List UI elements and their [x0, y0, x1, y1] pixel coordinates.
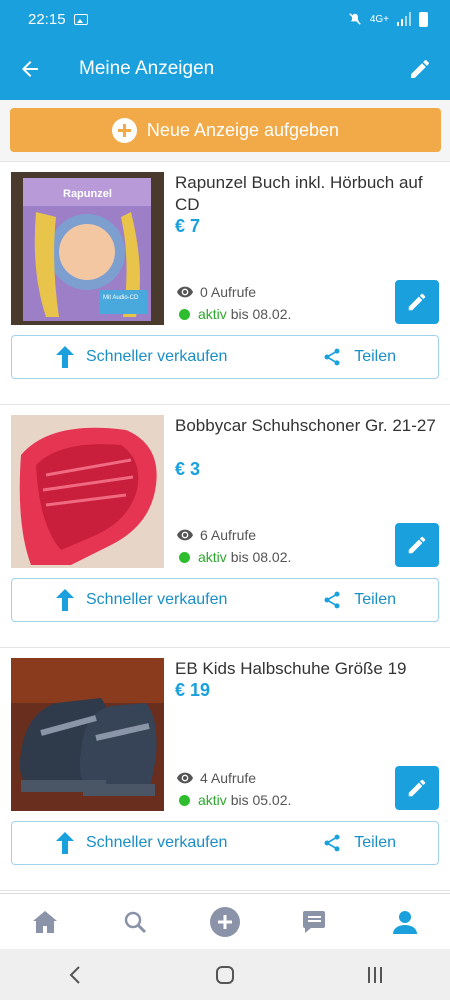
recents-icon [368, 966, 382, 983]
listing-status: aktiv bis 08.02. [179, 549, 291, 565]
listing-price: € 3 [175, 459, 201, 479]
listing-title[interactable]: EB Kids Halbschuhe Größe 19 [175, 658, 437, 680]
views-count: 6 Aufrufe [200, 527, 257, 543]
share-icon [324, 834, 340, 852]
back-button[interactable] [0, 38, 60, 100]
listing-status: aktiv bis 05.02. [179, 792, 291, 808]
active-dot-icon [179, 551, 190, 563]
listing-actions: Schneller verkaufen Teilen [11, 578, 439, 622]
listing-title[interactable]: Bobbycar Schuhschoner Gr. 21-27 [175, 415, 437, 437]
listing-thumbnail[interactable]: Rapunzel Mit Audio-CD [11, 172, 164, 325]
plus-circle-icon [111, 117, 137, 143]
share-label: Teilen [354, 834, 396, 851]
add-icon [210, 906, 240, 937]
system-navigation [0, 949, 450, 1000]
status-label: aktiv [198, 549, 227, 565]
share-button[interactable]: Teilen [322, 579, 396, 621]
app-bar: Meine Anzeigen [0, 38, 450, 100]
nav-profile[interactable] [375, 894, 435, 950]
home-icon [33, 910, 57, 933]
home-circle-icon [216, 965, 234, 984]
nav-add[interactable] [195, 894, 255, 950]
sell-faster-label: Schneller verkaufen [86, 834, 228, 851]
image-notification-icon [73, 13, 88, 25]
active-dot-icon [179, 794, 190, 806]
share-button[interactable]: Teilen [322, 822, 396, 864]
search-icon [124, 911, 147, 933]
listing-actions: Schneller verkaufen Teilen [11, 821, 439, 865]
share-icon [324, 591, 340, 609]
status-time: 22:15 [28, 10, 66, 28]
profile-icon [393, 910, 417, 934]
listing-views: 6 Aufrufe [177, 527, 256, 543]
arrow-left-icon [22, 61, 38, 77]
share-button[interactable]: Teilen [322, 336, 396, 378]
listing-price: € 7 [175, 216, 201, 236]
active-dot-icon [179, 308, 190, 320]
network-type: 4G+ [369, 13, 389, 25]
edit-listing-button[interactable] [395, 766, 439, 810]
mute-icon [349, 13, 361, 25]
battery-icon [419, 11, 428, 27]
nav-messages[interactable] [285, 894, 345, 950]
views-count: 0 Aufrufe [200, 284, 257, 300]
arrow-up-icon [56, 832, 74, 854]
listing-item[interactable]: EB Kids Halbschuhe Größe 19 € 19 4 Aufru… [0, 648, 450, 891]
nav-search[interactable] [105, 894, 165, 950]
system-back-button[interactable] [45, 949, 105, 1000]
messages-icon [303, 910, 325, 933]
views-count: 4 Aufrufe [200, 770, 257, 786]
status-until: bis 08.02. [230, 306, 292, 322]
pencil-icon [408, 293, 426, 311]
thumbnail-title-text: Rapunzel [63, 188, 112, 200]
pencil-icon [411, 59, 429, 78]
sell-faster-button[interactable]: Schneller verkaufen [56, 336, 227, 378]
arrow-up-icon [56, 589, 74, 611]
share-label: Teilen [354, 348, 396, 365]
eye-icon [177, 772, 193, 784]
system-home-button[interactable] [195, 949, 255, 1000]
page-title: Meine Anzeigen [79, 58, 215, 79]
arrow-up-icon [56, 346, 74, 368]
thumbnail-subtext: Mit Audio-CD [103, 295, 139, 301]
chevron-left-icon [69, 965, 80, 984]
listing-price: € 19 [175, 680, 211, 700]
listing-views: 0 Aufrufe [177, 284, 256, 300]
status-until: bis 08.02. [230, 549, 292, 565]
edit-listing-button[interactable] [395, 523, 439, 567]
status-label: aktiv [198, 792, 227, 808]
new-ad-button[interactable]: Neue Anzeige aufgeben [10, 108, 441, 152]
eye-icon [177, 286, 193, 298]
share-label: Teilen [354, 591, 396, 608]
listing-thumbnail[interactable] [11, 658, 164, 811]
listing-item[interactable]: Bobbycar Schuhschoner Gr. 21-27 € 3 6 Au… [0, 405, 450, 648]
sell-faster-button[interactable]: Schneller verkaufen [56, 579, 227, 621]
pencil-icon [408, 779, 426, 797]
status-bar: 22:15 4G+ [0, 0, 450, 38]
status-until: bis 05.02. [230, 792, 292, 808]
new-ad-label: Neue Anzeige aufgeben [146, 119, 340, 140]
pencil-icon [408, 536, 426, 554]
bottom-navigation [0, 893, 450, 949]
share-icon [324, 348, 340, 366]
listing-item[interactable]: Rapunzel Mit Audio-CD Rapunzel Buch inkl… [0, 162, 450, 405]
sell-faster-label: Schneller verkaufen [86, 591, 228, 608]
new-ad-container: Neue Anzeige aufgeben [0, 100, 450, 162]
edit-listing-button[interactable] [395, 280, 439, 324]
listing-title[interactable]: Rapunzel Buch inkl. Hörbuch auf CD [175, 172, 437, 216]
listing-status: aktiv bis 08.02. [179, 306, 291, 322]
sell-faster-label: Schneller verkaufen [86, 348, 228, 365]
signal-icon [397, 12, 411, 26]
status-label: aktiv [198, 306, 227, 322]
listing-thumbnail[interactable] [11, 415, 164, 568]
edit-mode-button[interactable] [390, 38, 450, 100]
sell-faster-button[interactable]: Schneller verkaufen [56, 822, 227, 864]
listing-actions: Schneller verkaufen Teilen [11, 335, 439, 379]
listing-views: 4 Aufrufe [177, 770, 256, 786]
system-recents-button[interactable] [345, 949, 405, 1000]
eye-icon [177, 529, 193, 541]
nav-home[interactable] [15, 894, 75, 950]
